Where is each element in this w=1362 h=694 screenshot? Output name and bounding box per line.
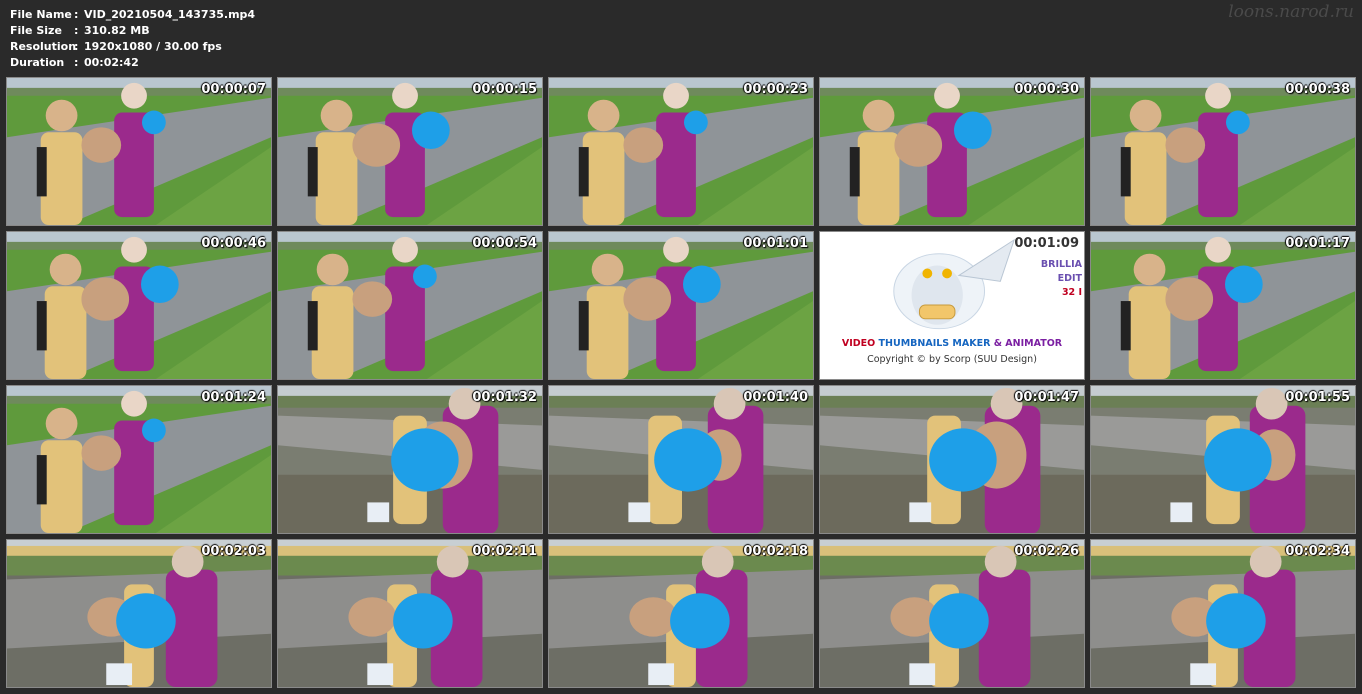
duration-value: 00:02:42 <box>84 56 139 69</box>
thumbnail-frame[interactable]: 00:02:18 <box>548 539 814 688</box>
timestamp-label: 00:01:32 <box>472 390 537 405</box>
thumbnail-frame[interactable]: 00:01:17 <box>1090 231 1356 380</box>
video-frame <box>549 540 813 687</box>
thumbnail-frame[interactable]: 00:00:07 <box>6 77 272 226</box>
thumbnail-frame[interactable]: 00:00:30 <box>819 77 1085 226</box>
video-frame <box>549 78 813 225</box>
timestamp-label: 00:00:46 <box>201 236 266 251</box>
timestamp-label: 00:00:07 <box>201 82 266 97</box>
thumbnail-frame[interactable]: BRILLIA EDIT 32 I VIDEO THUMBNAILS MAKER… <box>819 231 1085 380</box>
file-name-label: File Name <box>10 8 72 21</box>
timestamp-label: 00:00:38 <box>1285 82 1350 97</box>
video-frame <box>7 232 271 379</box>
thumbnail-grid: 00:00:07 00:00:15 00:00:23 00:00:30 00:0… <box>6 77 1356 688</box>
resolution-label: Resolution <box>10 40 77 53</box>
timestamp-label: 00:00:54 <box>472 236 537 251</box>
thumbnail-frame[interactable]: 00:01:01 <box>548 231 814 380</box>
site-watermark: loons.narod.ru <box>1228 2 1354 22</box>
file-size-row: File Size : 310.82 MB <box>10 24 150 37</box>
thumbnail-frame[interactable]: 00:01:55 <box>1090 385 1356 534</box>
thumbnail-frame[interactable]: 00:00:46 <box>6 231 272 380</box>
thumbnail-frame[interactable]: 00:01:40 <box>548 385 814 534</box>
timestamp-label: 00:01:24 <box>201 390 266 405</box>
thumbnail-frame[interactable]: 00:02:03 <box>6 539 272 688</box>
timestamp-label: 00:00:15 <box>472 82 537 97</box>
thumbnail-frame[interactable]: 00:01:24 <box>6 385 272 534</box>
timestamp-label: 00:01:09 <box>1014 236 1079 251</box>
logo-side-text: BRILLIA <box>1040 259 1082 270</box>
thumbnail-frame[interactable]: 00:00:54 <box>277 231 543 380</box>
video-frame <box>278 540 542 687</box>
video-frame <box>1091 386 1355 533</box>
thumbnail-frame[interactable]: 00:00:15 <box>277 77 543 226</box>
video-frame <box>549 232 813 379</box>
thumbnail-frame[interactable]: 00:02:26 <box>819 539 1085 688</box>
logo-side-text: EDIT <box>1057 273 1082 284</box>
logo-side-text: 32 I <box>1061 287 1082 298</box>
logo-title-part: THUMBNAILS MAKER <box>878 338 991 349</box>
file-size-label: File Size <box>10 24 62 37</box>
video-frame <box>278 78 542 225</box>
video-frame <box>820 540 1084 687</box>
timestamp-label: 00:01:01 <box>743 236 808 251</box>
timestamp-label: 00:01:17 <box>1285 236 1350 251</box>
video-frame <box>7 540 271 687</box>
timestamp-label: 00:00:30 <box>1014 82 1079 97</box>
video-frame <box>820 78 1084 225</box>
timestamp-label: 00:00:23 <box>743 82 808 97</box>
thumbnail-frame[interactable]: 00:00:23 <box>548 77 814 226</box>
video-frame <box>1091 78 1355 225</box>
logo-title: VIDEO THUMBNAILS MAKER & ANIMATOR <box>820 338 1084 349</box>
timestamp-label: 00:02:11 <box>472 544 537 559</box>
timestamp-label: 00:02:34 <box>1285 544 1350 559</box>
video-frame <box>1091 540 1355 687</box>
timestamp-label: 00:01:55 <box>1285 390 1350 405</box>
video-frame <box>549 386 813 533</box>
duration-label: Duration <box>10 56 65 69</box>
thumbnail-frame[interactable]: 00:01:32 <box>277 385 543 534</box>
file-name-value: VID_20210504_143735.mp4 <box>84 8 256 21</box>
logo-title-part: VIDEO <box>841 338 879 349</box>
timestamp-label: 00:01:47 <box>1014 390 1079 405</box>
logo-copyright: Copyright © by Scorp (SUU Design) <box>867 354 1037 365</box>
video-frame <box>278 232 542 379</box>
timestamp-label: 00:02:18 <box>743 544 808 559</box>
video-frame <box>1091 232 1355 379</box>
thumbnail-frame[interactable]: 00:02:11 <box>277 539 543 688</box>
thumbnail-frame[interactable]: 00:02:34 <box>1090 539 1356 688</box>
video-frame <box>278 386 542 533</box>
timestamp-label: 00:02:26 <box>1014 544 1079 559</box>
timestamp-label: 00:02:03 <box>201 544 266 559</box>
duration-row: Duration : 00:02:42 <box>10 56 139 69</box>
video-frame <box>820 386 1084 533</box>
video-frame <box>7 386 271 533</box>
video-frame <box>7 78 271 225</box>
logo-title-part: & ANIMATOR <box>990 338 1063 349</box>
thumbnail-frame[interactable]: 00:00:38 <box>1090 77 1356 226</box>
file-info-header: File Name : VID_20210504_143735.mp4 File… <box>10 7 255 71</box>
thumbnail-frame[interactable]: 00:01:47 <box>819 385 1085 534</box>
file-name-row: File Name : VID_20210504_143735.mp4 <box>10 8 256 21</box>
file-size-value: 310.82 MB <box>84 24 150 37</box>
timestamp-label: 00:01:40 <box>743 390 808 405</box>
resolution-row: Resolution : 1920x1080 / 30.00 fps <box>10 40 222 53</box>
resolution-value: 1920x1080 / 30.00 fps <box>84 40 222 53</box>
